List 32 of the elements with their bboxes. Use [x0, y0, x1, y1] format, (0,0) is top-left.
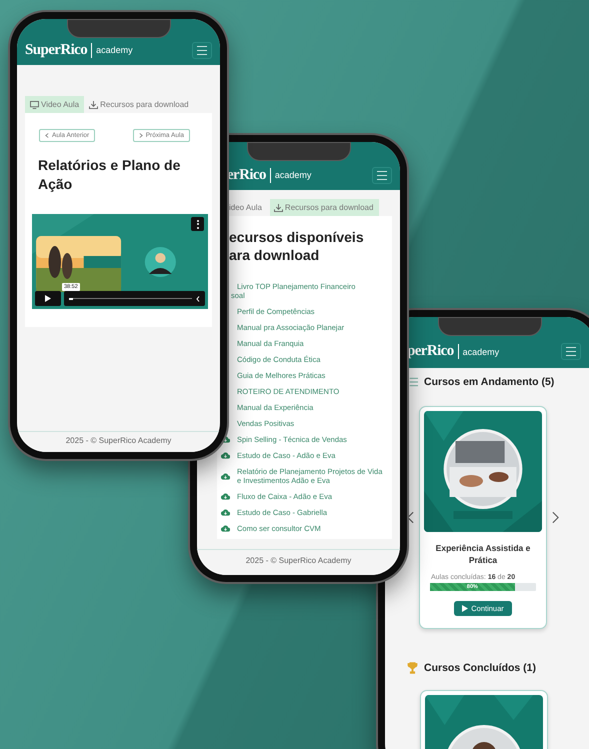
page-title: ecursos disponíveis — [229, 228, 365, 246]
trophy-icon — [407, 662, 418, 674]
page-title: ara download — [229, 246, 320, 264]
chevron-right-icon — [138, 133, 143, 138]
tab[interactable]: Video Aula — [25, 96, 84, 113]
chevron-left-icon — [45, 133, 49, 138]
logo-text: erRico — [227, 166, 266, 184]
play-icon — [45, 295, 51, 302]
logo-subtext: academy — [274, 170, 312, 180]
chevron-left-icon[interactable] — [407, 511, 414, 524]
lesson-title: Relatórios e Plano de Ação — [38, 156, 182, 194]
monitor-icon — [30, 100, 39, 108]
menu-button[interactable] — [372, 166, 392, 184]
logo-text: SuperRico — [25, 42, 88, 58]
section-heading: Cursos Concluídos (1) — [424, 662, 536, 674]
download-icon — [89, 100, 98, 108]
menu-button[interactable] — [561, 343, 581, 360]
section-heading: Cursos em Andamento (5) — [424, 376, 554, 388]
course-title: Experiência Assistida e Prática — [434, 542, 532, 566]
play-icon — [462, 605, 468, 612]
video-progress-bar[interactable] — [64, 291, 205, 306]
menu-button[interactable] — [192, 42, 212, 58]
more-options-button[interactable] — [191, 217, 204, 231]
logo-subtext: academy — [96, 45, 133, 55]
tab[interactable]: Recursos para download — [84, 96, 194, 113]
chevron-right-icon[interactable] — [552, 511, 559, 524]
play-button[interactable] — [35, 291, 61, 306]
tab[interactable]: ideo Aula — [225, 199, 268, 216]
download-icon — [274, 204, 283, 212]
chevron-left-icon — [196, 296, 200, 302]
tab[interactable]: Recursos para download — [270, 199, 380, 216]
logo-subtext: academy — [462, 346, 500, 356]
